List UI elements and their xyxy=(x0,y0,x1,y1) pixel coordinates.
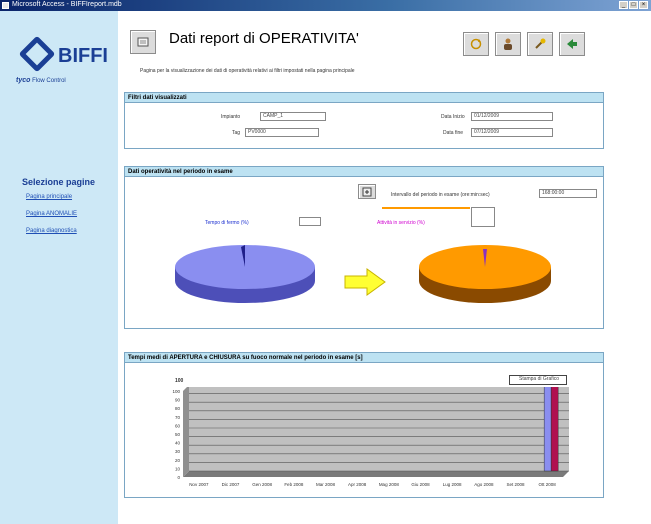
exit-arrow-icon xyxy=(567,39,577,49)
logo-tagline: tyco Flow Control xyxy=(16,77,66,84)
y-tick-label: 0 xyxy=(177,475,180,480)
biffi-logo-icon xyxy=(18,35,56,73)
tag-label: Tag xyxy=(232,130,241,136)
window-controls: _ □ × xyxy=(619,1,648,9)
x-tick-label: Feb 2008 xyxy=(284,482,304,487)
title-bar: Microsoft Access - BIFFIreport.mdb _ □ × xyxy=(0,0,651,11)
page-subtitle: Pagina per la visualizzazione dei dati d… xyxy=(140,68,355,74)
data-fine-field[interactable]: 07/12/2009 xyxy=(471,128,553,137)
access-app-icon xyxy=(2,2,9,9)
calculator-icon xyxy=(362,187,372,196)
user-icon xyxy=(504,38,512,50)
y-top-label: 100 xyxy=(175,378,184,384)
x-tick-label: Ott 2008 xyxy=(539,482,557,487)
filters-panel: Filtri dati visualizzati Impianto CAMP_1… xyxy=(124,92,604,149)
back-button[interactable] xyxy=(130,30,156,54)
plot-side-wall xyxy=(183,387,189,477)
period-label: Intervallo del periodo in esame (ore:min… xyxy=(391,192,490,198)
impianto-label: Impianto xyxy=(221,114,241,120)
x-tick-label: Mar 2008 xyxy=(316,482,336,487)
access-window: Microsoft Access - BIFFIreport.mdb _ □ ×… xyxy=(0,0,651,524)
filters-heading: Filtri dati visualizzati xyxy=(125,93,603,103)
document-icon xyxy=(137,37,149,47)
x-tick-label: Dic 2007 xyxy=(222,482,240,487)
trend-panel: Tempi medi di APERTURA e CHIUSURA su fuo… xyxy=(124,352,604,498)
nav-link-anomalies[interactable]: Pagina ANOMALIE xyxy=(26,211,77,217)
impianto-field[interactable]: CAMP_1 xyxy=(260,112,326,121)
maximize-button[interactable]: □ xyxy=(629,1,638,9)
trend-heading: Tempi medi di APERTURA e CHIUSURA su fuo… xyxy=(125,353,603,363)
run-pie-chart xyxy=(419,245,551,303)
x-tick-label: Giu 2008 xyxy=(411,482,430,487)
nav-link-main-page[interactable]: Pagina principale xyxy=(26,194,72,200)
stop-time-label: Tempo di fermo (%) xyxy=(205,220,249,226)
y-tick-label: 40 xyxy=(175,441,181,446)
right-arrow-icon xyxy=(344,268,386,296)
bar xyxy=(543,387,552,472)
x-tick-label: Apr 2008 xyxy=(348,482,367,487)
refresh-icon xyxy=(470,38,482,50)
x-tick-label: Set 2008 xyxy=(506,482,525,487)
y-tick-label: 90 xyxy=(175,398,181,403)
plot-back-wall xyxy=(189,387,569,471)
y-tick-label: 50 xyxy=(175,432,181,437)
window-title: Microsoft Access - BIFFIreport.mdb xyxy=(12,1,122,8)
x-tick-label: Ago 2008 xyxy=(474,482,494,487)
logo-brand: BIFFI xyxy=(58,45,108,67)
tag-field[interactable]: PV0000 xyxy=(245,128,319,137)
data-inizio-field[interactable]: 01/12/2009 xyxy=(471,112,553,121)
data-inizio-label: Data Inizio xyxy=(441,114,465,120)
company-logo: BIFFI tyco Flow Control xyxy=(10,27,110,91)
y-tick-label: 60 xyxy=(175,423,181,428)
minimize-button[interactable]: _ xyxy=(619,1,628,9)
exit-button[interactable] xyxy=(559,32,585,56)
operational-panel: Dati operatività nel periodo in esame In… xyxy=(124,166,604,329)
y-tick-label: 70 xyxy=(175,415,181,420)
wrench-icon xyxy=(535,38,546,49)
data-fine-label: Data fine xyxy=(443,130,464,136)
x-tick-label: Nov 2007 xyxy=(189,482,209,487)
period-field[interactable]: 168:00:00 xyxy=(539,189,597,198)
bar xyxy=(550,387,559,472)
y-tick-label: 20 xyxy=(175,458,181,463)
stop-time-field[interactable] xyxy=(299,217,321,226)
print-button[interactable] xyxy=(495,32,521,56)
print-chart-button[interactable]: Stampa di Grafico xyxy=(509,375,567,385)
calculate-button[interactable] xyxy=(358,184,376,199)
trend-bar-chart: 0 10 20 30 40 50 60 70 80 90 100 Nov 2007 Dic 2007 Ge… xyxy=(172,387,569,487)
y-tick-label: 100 xyxy=(172,389,180,394)
sidebar: BIFFI tyco Flow Control Selezione pagine… xyxy=(0,11,118,524)
page-selection-title: Selezione pagine xyxy=(22,177,96,187)
plot-floor xyxy=(183,471,569,477)
run-time-label: Attività in servizio (%) xyxy=(377,220,425,226)
x-tick-label: Gen 2008 xyxy=(252,482,272,487)
refresh-button[interactable] xyxy=(463,32,489,56)
stop-pie-chart xyxy=(175,245,315,303)
close-button[interactable]: × xyxy=(639,1,648,9)
y-tick-label: 30 xyxy=(175,449,181,454)
y-tick-label: 10 xyxy=(175,466,181,471)
nav-link-diagnostics[interactable]: Pagina diagnostica xyxy=(26,228,77,234)
y-tick-label: 80 xyxy=(175,406,181,411)
page-title: Dati report di OPERATIVITA' xyxy=(169,30,359,47)
x-tick-label: Mag 2008 xyxy=(379,482,400,487)
run-time-field[interactable] xyxy=(471,207,495,227)
tools-button[interactable] xyxy=(527,32,553,56)
orange-indicator-line xyxy=(382,207,470,209)
x-tick-label: Lug 2008 xyxy=(443,482,462,487)
operational-heading: Dati operatività nel periodo in esame xyxy=(125,167,603,177)
